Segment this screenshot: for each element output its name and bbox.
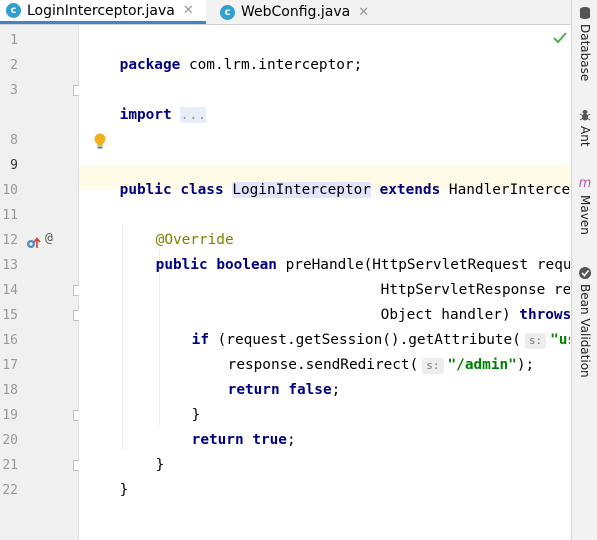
editor-tab-bar: c LoginInterceptor.java ✕ c WebConfig.ja…: [0, 0, 571, 25]
line-number: 16: [2, 333, 18, 348]
annotation-icon[interactable]: @: [45, 231, 53, 246]
code-line: public class LoginInterceptor extends Ha…: [119, 182, 570, 198]
code-line: }: [119, 482, 129, 498]
folded-imports[interactable]: ...: [180, 107, 207, 123]
code-line: HttpServletResponse respo: [380, 282, 570, 298]
tab-label: LoginInterceptor.java: [27, 2, 175, 19]
tab-label: WebConfig.java: [241, 4, 351, 20]
code-line: response.sendRedirect(s: "/admin");: [227, 357, 535, 374]
tool-tab-maven[interactable]: m Maven: [574, 176, 596, 235]
class-icon: c: [6, 3, 21, 18]
code-line: package com.lrm.interceptor;: [119, 57, 363, 73]
code-line: @Override: [155, 232, 234, 248]
inspection-ok-icon[interactable]: [553, 29, 567, 48]
line-number: 22: [2, 483, 18, 498]
line-number: 20: [2, 433, 18, 448]
code-line: public boolean preHandle(HttpServletRequ…: [155, 257, 570, 273]
tool-tab-label: Maven: [578, 195, 592, 235]
ant-icon: [579, 110, 591, 121]
database-icon: [580, 7, 590, 19]
parameter-hint: s:: [422, 358, 444, 374]
code-line: Object handler) throws Ex: [380, 307, 570, 323]
class-icon: c: [220, 4, 235, 20]
line-number: 1: [10, 33, 18, 48]
tab-web-config[interactable]: c WebConfig.java ✕: [214, 0, 384, 24]
line-number: 14: [2, 283, 18, 298]
line-number: 18: [2, 383, 18, 398]
line-number: 21: [2, 458, 18, 473]
line-number: 15: [2, 308, 18, 323]
line-number: 13: [2, 258, 18, 273]
tool-tab-label: Bean Validation: [578, 284, 592, 378]
code-line: return true;: [191, 432, 296, 448]
line-number: 17: [2, 358, 18, 373]
tool-tab-bean-validation[interactable]: Bean Validation: [574, 266, 596, 378]
line-number: 19: [2, 408, 18, 423]
tool-tab-database[interactable]: Database: [574, 6, 596, 81]
tab-login-interceptor[interactable]: c LoginInterceptor.java ✕: [0, 0, 206, 24]
code-editor[interactable]: package com.lrm.interceptor; import ... …: [79, 25, 570, 540]
tool-tab-label: Database: [578, 24, 592, 82]
tool-tab-label: Ant: [578, 126, 592, 147]
line-number: 2: [10, 58, 18, 73]
code-line: if (request.getSession().getAttribute(s:…: [191, 332, 570, 349]
right-tool-window-bar: Database Ant m Maven Bean Validation: [571, 0, 597, 540]
line-number: 12: [2, 233, 18, 248]
line-number: 11: [2, 208, 18, 223]
editor-gutter[interactable]: 1 2 3 8 9 10 11 12 13 14 15 16 17 18 19 …: [0, 25, 84, 540]
code-line: return false;: [227, 382, 341, 398]
code-line: import ...: [119, 107, 207, 123]
close-icon[interactable]: ✕: [358, 5, 369, 20]
bean-validation-icon: [579, 267, 591, 279]
code-line: }: [155, 457, 165, 473]
line-number: 9: [10, 158, 18, 173]
line-number: 3: [10, 83, 18, 98]
line-number: 8: [10, 133, 18, 148]
tool-tab-ant[interactable]: Ant: [574, 108, 596, 147]
intention-bulb-icon[interactable]: [93, 132, 107, 154]
line-number: 10: [2, 183, 18, 198]
maven-icon: m: [578, 176, 592, 191]
overrides-method-icon[interactable]: [26, 234, 42, 248]
close-icon[interactable]: ✕: [183, 3, 194, 18]
class-name[interactable]: LoginInterceptor: [232, 182, 371, 198]
code-line: }: [191, 407, 201, 423]
